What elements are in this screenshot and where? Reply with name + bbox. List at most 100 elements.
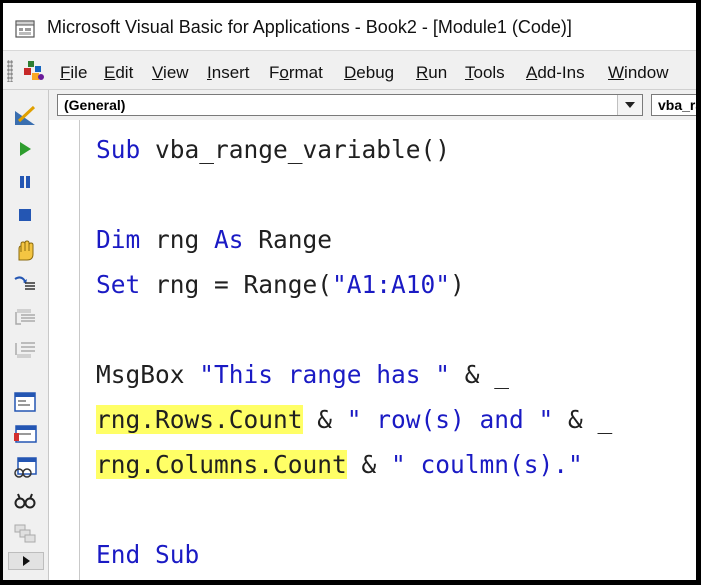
code-header: (General) vba_range_variable <box>49 90 696 120</box>
menu-accelerator-key: R <box>416 63 429 82</box>
menu-label: ools <box>473 63 505 82</box>
menu-item[interactable]: Window <box>608 63 668 83</box>
identifier: & _ <box>450 360 510 389</box>
step-out-button[interactable] <box>12 338 38 362</box>
menu-bar: File Edit View Insert Format Debug Run Tools Add… <box>3 51 696 90</box>
menu-label: un <box>428 63 448 82</box>
code-line[interactable]: Set rng = Range("A1:A10") <box>96 267 465 303</box>
object-combo[interactable]: (General) <box>57 94 643 116</box>
identifier: ) <box>450 270 465 299</box>
excel-view-icon[interactable] <box>21 59 47 83</box>
procedure-name: vba_range_variable() <box>140 135 451 164</box>
menu-item[interactable]: Format <box>269 63 323 83</box>
break-icon <box>20 176 30 188</box>
code-line[interactable]: rng.Rows.Count & " row(s) and " & _ <box>96 402 612 438</box>
run-icon <box>20 142 31 156</box>
toggle-breakpoint-button[interactable] <box>12 239 38 263</box>
menu-item[interactable]: Debug <box>344 63 394 83</box>
menu-accelerator-key: A <box>526 63 538 82</box>
title-bar: Microsoft Visual Basic for Applications … <box>3 3 696 51</box>
code-line[interactable]: Sub vba_range_variable() <box>96 132 450 168</box>
margin-indicator-bar[interactable] <box>49 120 80 580</box>
highlighted-expression: rng.Columns.Count <box>96 450 347 479</box>
procedure-combo[interactable]: vba_range_variable <box>651 94 696 116</box>
identifier: Range <box>243 225 333 254</box>
code-line[interactable]: End Sub <box>96 537 199 573</box>
menu-label: nsert <box>211 63 250 82</box>
window-title: Microsoft Visual Basic for Applications … <box>47 17 572 37</box>
break-button[interactable] <box>12 170 38 194</box>
call-stack-button[interactable] <box>12 522 38 546</box>
identifier: rng <box>140 225 215 254</box>
menu-label: dd-Ins <box>537 63 585 82</box>
keyword: Set <box>96 270 141 299</box>
debug-toolbar <box>3 90 49 580</box>
string-literal: " coulmn(s)." <box>391 450 583 479</box>
identifier: rng = Range( <box>140 270 333 299</box>
menu-accelerator-key: o <box>279 63 289 82</box>
menu-label: ile <box>70 63 88 82</box>
toolbar-overflow-button[interactable] <box>8 552 44 570</box>
quick-watch-button[interactable] <box>12 489 38 513</box>
reset-button[interactable] <box>12 203 38 227</box>
locals-window-icon <box>14 392 36 412</box>
menu-label: iew <box>163 63 189 82</box>
menu-accelerator-key: F <box>60 63 71 82</box>
menu-item[interactable]: View <box>152 63 189 83</box>
menu-label: rmat <box>288 63 323 82</box>
keyword: Sub <box>140 540 200 569</box>
string-literal: "A1:A10" <box>332 270 451 299</box>
menu-accelerator-key: V <box>152 63 164 82</box>
menu-accelerator-key: T <box>465 63 474 82</box>
step-over-icon <box>15 309 35 325</box>
menu-accelerator-key: D <box>344 63 357 82</box>
keyword: Sub <box>96 135 141 164</box>
menu-item[interactable]: File <box>60 63 87 83</box>
menu-item[interactable]: Tools <box>465 63 505 83</box>
immediate-window-icon <box>14 425 37 443</box>
menu-label: indow <box>624 63 669 82</box>
design-mode-button[interactable] <box>12 104 38 128</box>
locals-window-button[interactable] <box>12 390 38 414</box>
step-out-icon <box>15 342 35 358</box>
identifier: & _ <box>553 405 613 434</box>
watch-window-button[interactable] <box>12 456 38 480</box>
string-literal: "This range has " <box>199 360 451 389</box>
menu-accelerator-key: E <box>104 63 116 82</box>
keyword: End <box>96 540 141 569</box>
code-line[interactable]: MsgBox "This range has " & _ <box>96 357 509 393</box>
step-into-icon <box>14 276 35 290</box>
menu-label-prefix: F <box>269 63 280 82</box>
identifier: & <box>302 405 347 434</box>
menu-label: ebug <box>356 63 395 82</box>
vbe-window: Microsoft Visual Basic for Applications … <box>3 3 696 580</box>
code-line[interactable]: Dim rng As Range <box>96 222 332 258</box>
quick-watch-icon <box>14 493 36 509</box>
watch-window-icon <box>14 457 37 478</box>
keyword: As <box>214 225 244 254</box>
identifier: & <box>346 450 392 479</box>
code-editor[interactable]: Sub vba_range_variable() Dim rng As Rang… <box>49 120 696 580</box>
procedure-combo-value: vba_range_variable <box>658 97 696 113</box>
highlighted-expression: rng.Rows.Count <box>96 405 303 434</box>
scroll-right-icon <box>23 556 30 566</box>
string-literal: " row(s) and " <box>346 405 554 434</box>
vba-app-icon <box>15 20 35 38</box>
chevron-down-icon[interactable] <box>617 95 642 115</box>
toolbar-grip[interactable] <box>7 60 13 82</box>
menu-accelerator-key: W <box>608 63 625 82</box>
code-line[interactable]: rng.Columns.Count & " coulmn(s)." <box>96 447 583 483</box>
run-button[interactable] <box>12 137 38 161</box>
menu-item[interactable]: Insert <box>207 63 250 83</box>
immediate-window-button[interactable] <box>12 423 38 447</box>
object-combo-value: (General) <box>64 97 126 113</box>
step-into-button[interactable] <box>12 272 38 296</box>
menu-item[interactable]: Add-Ins <box>526 63 585 83</box>
menu-item[interactable]: Edit <box>104 63 133 83</box>
call-stack-icon <box>14 524 36 543</box>
menu-item[interactable]: Run <box>416 63 447 83</box>
step-over-button[interactable] <box>12 305 38 329</box>
menu-label: dit <box>115 63 134 82</box>
keyword: Dim <box>96 225 141 254</box>
toggle-breakpoint-icon <box>18 240 34 261</box>
